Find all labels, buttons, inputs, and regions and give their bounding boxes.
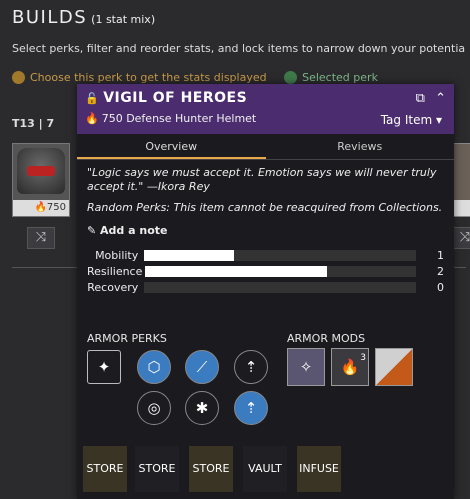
stat-row-recovery: Recovery 0: [87, 280, 444, 294]
shuffle-button[interactable]: ⤨: [27, 227, 55, 249]
ammo-up-perk-icon[interactable]: ⇡: [234, 350, 268, 384]
shield-perk-icon[interactable]: ⬡: [137, 350, 171, 384]
item-popup: 🔓 VIGIL OF HEROES 🔥 750 Defense Hunter Hel…: [77, 84, 454, 499]
tab-reviews[interactable]: Reviews: [266, 134, 455, 159]
hunter-class-perk-icon[interactable]: ✦: [87, 350, 121, 384]
choose-perk-circle-icon: [12, 71, 25, 84]
add-note-link[interactable]: ✎ Add a note: [87, 224, 444, 237]
stat-row-mobility: Mobility 1: [95, 248, 444, 262]
empty-mod-slot-icon[interactable]: ✧: [287, 348, 325, 386]
popup-tabs: Overview Reviews: [77, 134, 454, 160]
flavor-text: "Logic says we must accept it. Emotion s…: [87, 166, 437, 193]
stats-list: Mobility 1 Resilience 2 Recovery 0: [87, 247, 444, 295]
popup-body: "Logic says we must accept it. Emotion s…: [77, 160, 454, 301]
scope-perk-icon[interactable]: ✱: [185, 391, 219, 425]
stat-row-resilience: Resilience 2: [87, 264, 444, 278]
item-card[interactable]: 🔥750: [12, 143, 70, 217]
collapse-icon[interactable]: ⌃: [435, 91, 446, 106]
ammo-perk-icon[interactable]: ⇡: [234, 391, 268, 425]
lock-icon[interactable]: 🔓: [85, 92, 99, 105]
store-button-3[interactable]: STORE: [189, 446, 233, 492]
helmet-visor: [27, 166, 55, 176]
popup-header: 🔓 VIGIL OF HEROES 🔥 750 Defense Hunter Hel…: [77, 84, 454, 134]
builds-title: BUILDS (1 stat mix): [12, 7, 156, 28]
power-flame-icon: 🔥: [85, 112, 99, 125]
item-power: 🔥750: [13, 200, 69, 216]
tab-overview[interactable]: Overview: [77, 134, 266, 159]
tier-label: T13 | 7: [12, 117, 55, 130]
target-perk-icon[interactable]: ◎: [137, 391, 171, 425]
armor-mods-label: ARMOR MODS: [287, 332, 366, 345]
infuse-button[interactable]: INFUSE: [297, 446, 341, 492]
stat-bar: [145, 265, 417, 277]
stat-bar: [144, 249, 417, 261]
tag-item-dropdown[interactable]: Tag Item ▾: [381, 113, 442, 127]
pistol-perk-icon[interactable]: ⟋: [185, 350, 219, 384]
legend-choose-label: Choose this perk to get the stats displa…: [30, 71, 267, 84]
instructions-text: Select perks, filter and reorder stats, …: [12, 42, 466, 55]
power-flame-icon: 🔥: [34, 202, 47, 213]
legend-selected-label: Selected perk: [302, 71, 378, 84]
stat-bar: [144, 281, 417, 293]
solar-mod-icon[interactable]: 🔥 3: [331, 348, 369, 386]
armor-perks-label: ARMOR PERKS: [87, 332, 167, 345]
vault-button[interactable]: VAULT: [243, 446, 287, 492]
random-perks-note: Random Perks: This item cannot be reacqu…: [87, 201, 443, 214]
selected-perk-circle-icon: [284, 71, 298, 84]
compare-icon[interactable]: ⧉: [416, 91, 425, 106]
store-button-2[interactable]: STORE: [135, 446, 179, 492]
item-name: VIGIL OF HEROES: [103, 90, 248, 106]
builds-subtitle: (1 stat mix): [91, 13, 156, 26]
store-button-1[interactable]: STORE: [83, 446, 127, 492]
ornament-mod-icon[interactable]: [375, 348, 413, 386]
item-type-line: 750 Defense Hunter Helmet: [101, 112, 257, 125]
perk-legend: Choose this perk to get the stats displa…: [12, 71, 378, 84]
